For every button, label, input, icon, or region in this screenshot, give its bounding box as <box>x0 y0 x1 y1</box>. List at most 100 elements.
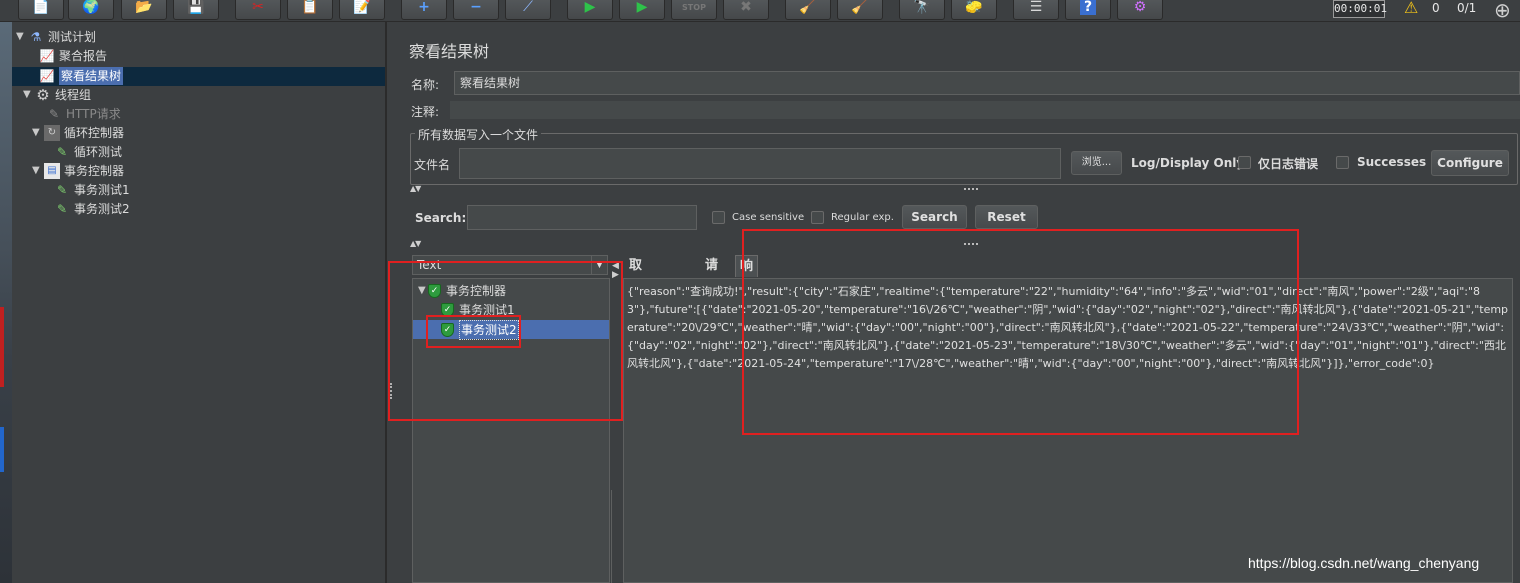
regex-label: Regular exp. <box>831 212 894 223</box>
toggle-button[interactable]: ⟋ <box>505 0 551 20</box>
search-label: Search: <box>415 211 467 225</box>
function-helper-button[interactable]: ☰ <box>1013 0 1059 20</box>
name-field[interactable]: 察看结果树 <box>454 71 1520 95</box>
tree-item-transaction-controller[interactable]: ▼ ▤ 事务控制器 <box>32 162 124 180</box>
start-button[interactable]: ▶ <box>567 0 613 20</box>
comment-label: 注释: <box>411 105 440 119</box>
successes-checkbox[interactable] <box>1336 156 1349 169</box>
comment-field[interactable] <box>450 101 1520 119</box>
search-button[interactable]: Search <box>902 205 967 229</box>
tree-item-loop-test[interactable]: ✎ 循环测试 <box>52 143 122 161</box>
expand-all-button[interactable]: + <box>401 0 447 20</box>
divider-grip-icon[interactable] <box>964 188 978 191</box>
main-toolbar: 📄 🌍 📂 💾 ✂ 📋 📝 + − ⟋ ▶ ▶ STOP ✖ 🧹 🧹 🔭 🧽 ☰… <box>0 0 1520 22</box>
tree-item-http-request[interactable]: ✎ HTTP请求 <box>44 105 121 123</box>
stop-icon: STOP <box>682 2 706 12</box>
help-button[interactable]: ? <box>1065 0 1111 20</box>
tree-item-view-results-tree[interactable]: 📈 察看结果树 <box>37 67 124 85</box>
collapse-arrows-icon[interactable]: ▲▼ <box>410 239 421 248</box>
expand-arrow-icon[interactable]: ▼ <box>16 28 26 46</box>
cut-button[interactable]: ✂ <box>235 0 281 20</box>
shutdown-icon: ✖ <box>740 0 752 15</box>
tab-request[interactable]: 请求 <box>701 255 723 295</box>
expand-arrow-icon[interactable]: ▼ <box>32 162 42 180</box>
open-button[interactable]: 📂 <box>121 0 167 20</box>
tree-item-label: 循环控制器 <box>64 126 125 140</box>
templates-icon: 🌍 <box>82 0 100 15</box>
start-no-pause-icon: ▶ <box>636 0 648 15</box>
tree-item-loop-controller[interactable]: ▼ ↻ 循环控制器 <box>32 124 124 142</box>
start-no-pauses-button[interactable]: ▶ <box>619 0 665 20</box>
remote-status-icon: ⊕ <box>1494 0 1511 22</box>
pencil-icon: ✎ <box>56 183 68 197</box>
reset-search-button[interactable]: 🧽 <box>951 0 997 20</box>
tree-item-label: 事务控制器 <box>64 164 125 178</box>
case-sensitive-checkbox[interactable] <box>712 211 725 224</box>
tree-item-transaction-test-2[interactable]: ✎ 事务测试2 <box>52 200 130 218</box>
function-helper-icon: ☰ <box>1029 0 1043 15</box>
new-icon: 📄 <box>32 0 50 15</box>
remote-button[interactable]: ⚙ <box>1117 0 1163 20</box>
errors-only-checkbox[interactable] <box>1238 156 1251 169</box>
tree-item-thread-group[interactable]: ▼ ⚙ 线程组 <box>23 86 91 104</box>
tree-item-label: 线程组 <box>55 88 92 102</box>
tree-item-transaction-test-1[interactable]: ✎ 事务测试1 <box>52 181 130 199</box>
successes-label: Successes <box>1357 155 1427 169</box>
loop-icon: ↻ <box>44 125 60 141</box>
tree-item-label: HTTP请求 <box>66 107 121 121</box>
reset-button[interactable]: Reset <box>975 205 1038 229</box>
watermark-text: https://blog.csdn.net/wang_chenyang <box>1248 555 1480 571</box>
expand-icon: + <box>418 0 430 15</box>
help-icon: ? <box>1079 0 1097 15</box>
collapse-all-button[interactable]: − <box>453 0 499 20</box>
reset-search-icon: 🧽 <box>965 0 983 15</box>
splitter-line <box>611 490 612 583</box>
clear-button[interactable]: 🧹 <box>785 0 831 20</box>
templates-button[interactable]: 🌍 <box>68 0 114 20</box>
stop-button[interactable]: STOP <box>671 0 717 20</box>
collapse-icon: − <box>470 0 482 15</box>
pencil-icon: ✎ <box>56 145 68 159</box>
regex-checkbox[interactable] <box>811 211 824 224</box>
toggle-icon: ⟋ <box>523 0 533 15</box>
browse-button[interactable]: 浏览... <box>1071 151 1122 175</box>
search-button-toolbar[interactable]: 🔭 <box>899 0 945 20</box>
gear-icon: ⚙ <box>36 86 50 104</box>
desktop-edge-red <box>0 307 4 387</box>
search-icon: 🔭 <box>913 0 931 15</box>
clear-all-button[interactable]: 🧹 <box>837 0 883 20</box>
expand-arrow-icon[interactable]: ▼ <box>32 124 42 142</box>
desktop-edge-blue <box>0 427 4 472</box>
warning-icon[interactable]: ⚠ <box>1404 0 1424 18</box>
expand-arrow-icon[interactable]: ▼ <box>23 86 33 104</box>
filename-field[interactable] <box>459 148 1061 179</box>
shutdown-button[interactable]: ✖ <box>723 0 769 20</box>
new-button[interactable]: 📄 <box>18 0 64 20</box>
name-label: 名称: <box>411 78 440 92</box>
case-sensitive-label: Case sensitive <box>732 212 805 223</box>
tree-item-label: 聚合报告 <box>59 49 108 63</box>
tab-sampler-result[interactable]: 取样器结果 <box>625 255 647 361</box>
search-input[interactable] <box>467 205 697 230</box>
tree-item-label: 事务测试2 <box>74 202 130 216</box>
tree-item-aggregate-report[interactable]: 📈 聚合报告 <box>37 47 108 65</box>
page-title: 察看结果树 <box>409 42 490 61</box>
clear-all-icon: 🧹 <box>851 0 869 15</box>
log-display-only-label: Log/Display Only: <box>1131 156 1249 170</box>
active-threads-ratio: 0/1 <box>1457 1 1477 15</box>
clear-icon: 🧹 <box>799 0 817 15</box>
write-to-file-legend: 所有数据写入一个文件 <box>415 126 542 143</box>
tree-item-test-plan[interactable]: ▼ ⚗ 测试计划 <box>16 28 96 46</box>
warning-count: 0 <box>1432 1 1440 15</box>
errors-only-label: 仅日志错误 <box>1258 157 1319 171</box>
transaction-icon: ▤ <box>44 163 60 179</box>
tree-item-label: 测试计划 <box>48 30 97 44</box>
paste-button[interactable]: 📝 <box>339 0 385 20</box>
copy-button[interactable]: 📋 <box>287 0 333 20</box>
chart-icon: 📈 <box>39 69 55 83</box>
annotation-box-selected-item <box>426 315 521 348</box>
configure-button[interactable]: Configure <box>1431 150 1509 176</box>
collapse-arrows-icon[interactable]: ▲▼ <box>410 184 421 193</box>
save-button[interactable]: 💾 <box>173 0 219 20</box>
annotation-box-response <box>742 229 1299 435</box>
